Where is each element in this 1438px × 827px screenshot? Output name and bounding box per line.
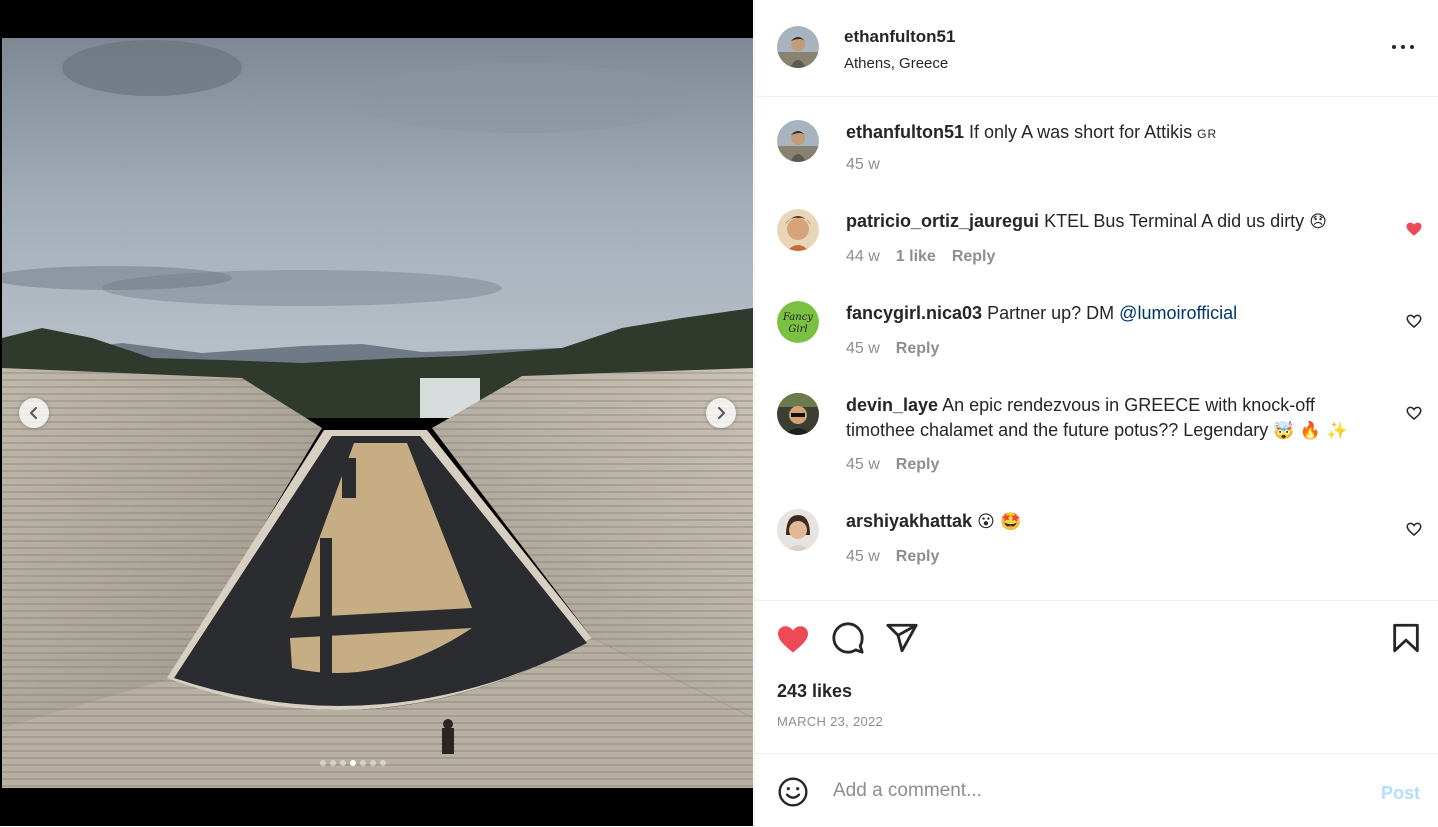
- comment-bubble-icon: [832, 622, 864, 654]
- post-date[interactable]: MARCH 23, 2022: [777, 714, 883, 729]
- avatar[interactable]: [777, 393, 819, 435]
- post-media: [0, 0, 753, 826]
- more-horizontal-icon: [1392, 45, 1414, 49]
- chevron-left-icon: [30, 407, 37, 419]
- comment-emoji: 🤯 🔥 ✨: [1273, 421, 1348, 441]
- comment-composer: Post: [755, 753, 1438, 827]
- carousel-prev-button[interactable]: [19, 398, 49, 428]
- carousel-dot-active: [350, 760, 356, 766]
- timestamp[interactable]: 44 w: [846, 248, 880, 266]
- post-location[interactable]: Athens, Greece: [844, 55, 948, 72]
- paper-plane-icon: [886, 623, 918, 653]
- post-actions-bar: [755, 600, 1438, 654]
- share-button[interactable]: [885, 621, 919, 660]
- post-detail-panel: ethanfulton51 Athens, Greece ethanfulton…: [754, 0, 1438, 826]
- comment-like-button[interactable]: [1405, 220, 1423, 238]
- carousel-dot: [370, 760, 376, 766]
- comment-button[interactable]: [831, 621, 865, 660]
- bookmark-icon: [1393, 623, 1419, 653]
- comment-emoji: 😮 🤩: [977, 512, 1022, 532]
- comment-like-button[interactable]: [1405, 312, 1423, 330]
- carousel-dot: [320, 760, 326, 766]
- comment-meta: 45 w Reply: [846, 548, 939, 566]
- heart-filled-icon: [1406, 222, 1422, 236]
- carousel-indicator: [320, 760, 386, 766]
- reply-button[interactable]: Reply: [896, 340, 940, 358]
- timestamp[interactable]: 45 w: [846, 456, 880, 474]
- carousel-dot: [360, 760, 366, 766]
- post-author-username[interactable]: ethanfulton51: [844, 27, 955, 47]
- comment-input[interactable]: [831, 776, 1355, 806]
- timestamp[interactable]: 45 w: [846, 548, 880, 566]
- avatar[interactable]: [777, 26, 819, 68]
- heart-outline-icon: [1406, 406, 1422, 420]
- caption-text: ethanfulton51 If only A was short for At…: [846, 120, 1386, 147]
- comment-text: fancygirl.nica03 Partner up? DM @lumoiro…: [846, 301, 1386, 326]
- comment-text: arshiyakhattak 😮 🤩: [846, 509, 1386, 535]
- reply-button[interactable]: Reply: [896, 548, 940, 566]
- carousel-dot: [340, 760, 346, 766]
- flag-text: GR: [1197, 127, 1218, 141]
- comment-username[interactable]: devin_laye: [846, 395, 938, 415]
- emoji-picker-button[interactable]: [777, 776, 809, 813]
- reply-button[interactable]: Reply: [896, 456, 940, 474]
- heart-outline-icon: [1406, 522, 1422, 536]
- carousel-dot: [380, 760, 386, 766]
- comment-meta: 45 w Reply: [846, 340, 939, 358]
- comment-body: Partner up? DM: [987, 303, 1115, 323]
- comment-meta: 44 w 1 like Reply: [846, 248, 995, 266]
- mention-link[interactable]: @lumoirofficial: [1119, 303, 1237, 323]
- avatar[interactable]: [777, 120, 819, 162]
- svg-text:Fancy: Fancy: [782, 312, 813, 323]
- caption-meta: 45 w: [846, 156, 880, 174]
- like-count[interactable]: 243 likes: [777, 681, 852, 702]
- comment-username[interactable]: patricio_ortiz_jauregui: [846, 211, 1039, 231]
- comment-meta: 45 w Reply: [846, 456, 939, 474]
- more-options-button[interactable]: [1391, 40, 1415, 54]
- carousel-dot: [330, 760, 336, 766]
- svg-text:Girl: Girl: [788, 324, 807, 335]
- caption-body: If only A was short for Attikis: [969, 122, 1193, 142]
- post-header: ethanfulton51 Athens, Greece: [755, 0, 1438, 97]
- avatar[interactable]: [777, 509, 819, 551]
- comment-like-button[interactable]: [1405, 404, 1423, 422]
- comment-username[interactable]: arshiyakhattak: [846, 511, 972, 531]
- comment-username[interactable]: fancygirl.nica03: [846, 303, 982, 323]
- comment-body: KTEL Bus Terminal A did us dirty: [1044, 211, 1305, 231]
- save-button[interactable]: [1389, 621, 1423, 660]
- heart-filled-icon: [778, 626, 808, 653]
- comment-emoji: 😞: [1309, 212, 1327, 232]
- like-button[interactable]: [775, 621, 811, 662]
- smiley-icon: [778, 777, 808, 807]
- avatar[interactable]: [777, 209, 819, 251]
- timestamp[interactable]: 45 w: [846, 156, 880, 174]
- caption-username[interactable]: ethanfulton51: [846, 122, 964, 142]
- carousel-next-button[interactable]: [706, 398, 736, 428]
- chevron-right-icon: [718, 407, 725, 419]
- timestamp[interactable]: 45 w: [846, 340, 880, 358]
- reply-button[interactable]: Reply: [952, 248, 996, 266]
- post-comment-button[interactable]: Post: [1381, 783, 1420, 804]
- comment-text: patricio_ortiz_jauregui KTEL Bus Termina…: [846, 209, 1386, 235]
- comment-like-count[interactable]: 1 like: [896, 248, 936, 266]
- heart-outline-icon: [1406, 314, 1422, 328]
- stadium-photo: [2, 38, 753, 788]
- comment-text: devin_laye An epic rendezvous in GREECE …: [846, 393, 1386, 444]
- avatar[interactable]: Fancy Girl: [777, 301, 819, 343]
- comment-like-button[interactable]: [1405, 520, 1423, 538]
